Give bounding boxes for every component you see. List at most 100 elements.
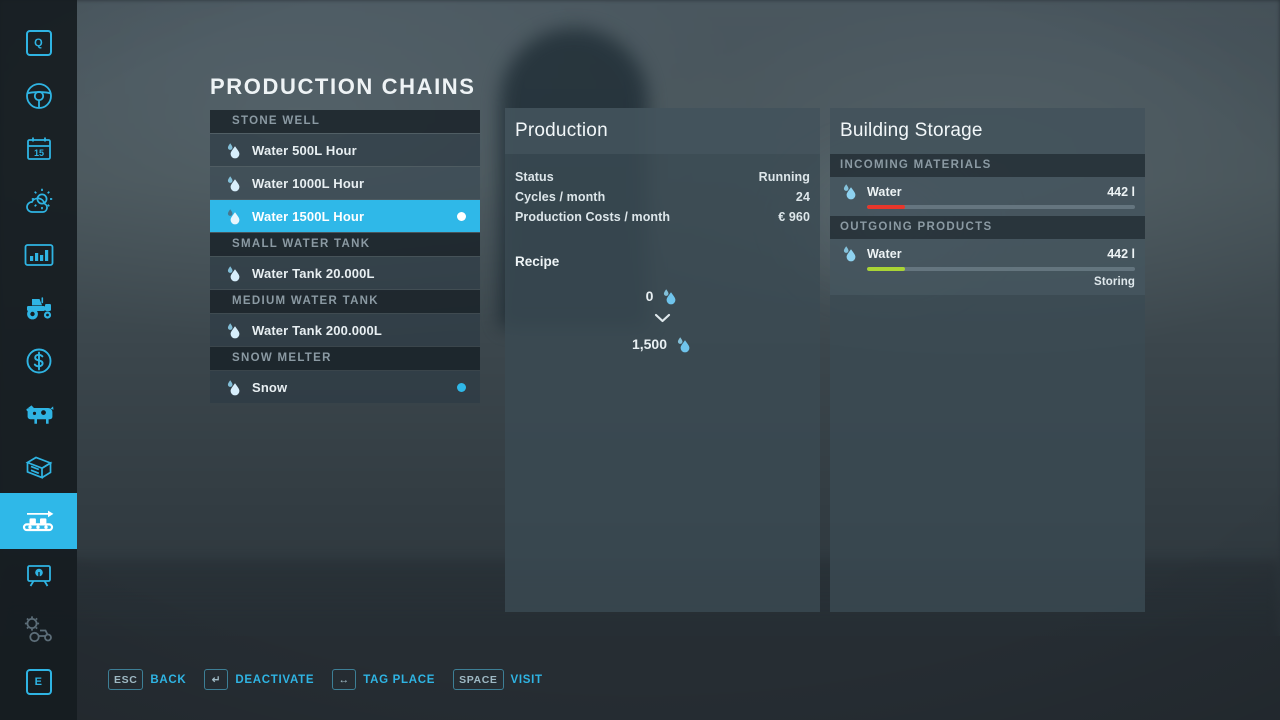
list-group-header: SMALL WATER TANK — [210, 233, 480, 256]
storage-panel-title: Building Storage — [830, 108, 1145, 154]
back-action[interactable]: ESC Back — [108, 669, 186, 690]
sidebar-item-quick-menu[interactable]: Q — [0, 16, 77, 69]
key-cap: ↔ — [332, 669, 356, 690]
bar-chart-icon — [23, 242, 55, 268]
key-cap: SPACE — [453, 669, 503, 690]
steering-wheel-icon — [24, 81, 54, 111]
stat-label: Status — [515, 170, 554, 184]
water-drop-icon — [674, 335, 693, 354]
list-item-label: Water 1500L Hour — [252, 209, 364, 224]
deactivate-action[interactable]: ↵ Deactivate — [204, 669, 314, 690]
sidebar-item-vehicle[interactable] — [0, 69, 77, 122]
recipe-input: 0 — [646, 285, 680, 307]
tag-place-action[interactable]: ↔ Tag Place — [332, 669, 435, 690]
recipe-output-amount: 1,500 — [632, 336, 667, 352]
water-drop-icon — [224, 321, 243, 340]
water-drop-icon — [224, 207, 243, 226]
recipe-diagram: 0 1,500 — [505, 285, 820, 355]
sidebar-item-vehicles[interactable] — [0, 281, 77, 334]
production-panel: Production Status Running Cycles / month… — [505, 108, 820, 612]
key-e-label: E — [35, 676, 43, 688]
storage-item-name: Water — [867, 247, 902, 261]
sidebar-item-help[interactable]: E — [0, 655, 77, 708]
storage-item-name: Water — [867, 185, 902, 199]
list-group-header: STONE WELL — [210, 110, 480, 133]
cow-icon — [22, 400, 56, 428]
status-dot — [457, 212, 466, 221]
key-cap: ↵ — [204, 669, 228, 690]
storage-section-header-incoming: INCOMING MATERIALS — [830, 154, 1145, 177]
list-item-selected[interactable]: Water 1500L Hour — [210, 200, 480, 232]
recipe-output: 1,500 — [632, 333, 693, 355]
list-item[interactable]: Water Tank 200.000L — [210, 314, 480, 346]
status-dot — [457, 383, 466, 392]
list-item[interactable]: Water Tank 20.000L — [210, 257, 480, 289]
recipe-heading: Recipe — [505, 254, 820, 269]
storage-item-outgoing[interactable]: Water 442 l Storing — [830, 239, 1145, 295]
list-item-label: Water Tank 200.000L — [252, 323, 382, 338]
storage-item-header: Water 442 l — [840, 244, 1135, 263]
tractor-icon — [22, 294, 56, 322]
svg-text:15: 15 — [33, 148, 43, 158]
water-drop-icon — [840, 182, 859, 201]
action-label: Back — [150, 674, 186, 686]
stat-row-status: Status Running — [505, 167, 820, 187]
sidebar-item-map-overview[interactable] — [0, 549, 77, 602]
page-title: PRODUCTION CHAINS — [210, 74, 476, 100]
list-group-header: SNOW MELTER — [210, 347, 480, 370]
stat-label: Production Costs / month — [515, 210, 670, 224]
sidebar-item-production-chains[interactable] — [0, 493, 77, 549]
water-drop-icon — [660, 287, 679, 306]
stat-row-costs: Production Costs / month € 960 — [505, 207, 820, 227]
storage-item-amount: 442 l — [1107, 185, 1135, 199]
list-item[interactable]: Snow — [210, 371, 480, 403]
list-item[interactable]: Water 1000L Hour — [210, 167, 480, 199]
list-item-label: Water 500L Hour — [252, 143, 357, 158]
dollar-coin-icon — [24, 346, 54, 376]
sidebar-rail: Q 15 — [0, 0, 77, 720]
sidebar-item-statistics[interactable] — [0, 228, 77, 281]
recipe-input-amount: 0 — [646, 288, 654, 304]
action-label: Deactivate — [235, 674, 314, 686]
sidebar-item-calendar[interactable]: 15 — [0, 122, 77, 175]
sidebar-item-contracts[interactable] — [0, 440, 77, 493]
water-drop-icon — [224, 378, 243, 397]
map-board-icon — [24, 561, 54, 591]
gear-tractor-icon — [22, 614, 56, 644]
help-bar: ESC Back ↵ Deactivate ↔ Tag Place SPACE … — [108, 669, 543, 690]
key-e-icon: E — [26, 669, 52, 695]
water-drop-icon — [224, 264, 243, 283]
sidebar-item-settings-vehicle[interactable] — [0, 602, 77, 655]
list-item-label: Water 1000L Hour — [252, 176, 364, 191]
action-label: Visit — [511, 674, 543, 686]
list-item[interactable]: Water 500L Hour — [210, 134, 480, 166]
key-cap: ESC — [108, 669, 143, 690]
key-q-icon: Q — [26, 30, 52, 56]
building-storage-panel: Building Storage INCOMING MATERIALS Wate… — [830, 108, 1145, 612]
list-group-header: MEDIUM WATER TANK — [210, 290, 480, 313]
chevron-down-icon — [654, 310, 671, 328]
conveyor-icon — [21, 506, 57, 536]
documents-icon — [23, 453, 55, 481]
list-item-label: Snow — [252, 380, 287, 395]
visit-action[interactable]: SPACE Visit — [453, 669, 543, 690]
production-stats: Status Running Cycles / month 24 Product… — [505, 167, 820, 227]
sidebar-item-finances[interactable] — [0, 334, 77, 387]
storage-fill-track — [867, 205, 1135, 209]
weather-sun-cloud-icon — [23, 187, 55, 217]
water-drop-icon — [840, 244, 859, 263]
key-q-label: Q — [34, 37, 43, 49]
storage-fill-bar — [867, 267, 905, 271]
stat-value: 24 — [796, 190, 810, 204]
storage-item-incoming[interactable]: Water 442 l — [830, 177, 1145, 216]
production-panel-title: Production — [505, 108, 820, 154]
storage-fill-track — [867, 267, 1135, 271]
storage-fill-bar — [867, 205, 905, 209]
stat-value: € 960 — [778, 210, 810, 224]
storage-item-status: Storing — [840, 276, 1135, 288]
sidebar-item-animals[interactable] — [0, 387, 77, 440]
water-drop-icon — [224, 174, 243, 193]
storage-item-header: Water 442 l — [840, 182, 1135, 201]
storage-item-amount: 442 l — [1107, 247, 1135, 261]
sidebar-item-weather[interactable] — [0, 175, 77, 228]
